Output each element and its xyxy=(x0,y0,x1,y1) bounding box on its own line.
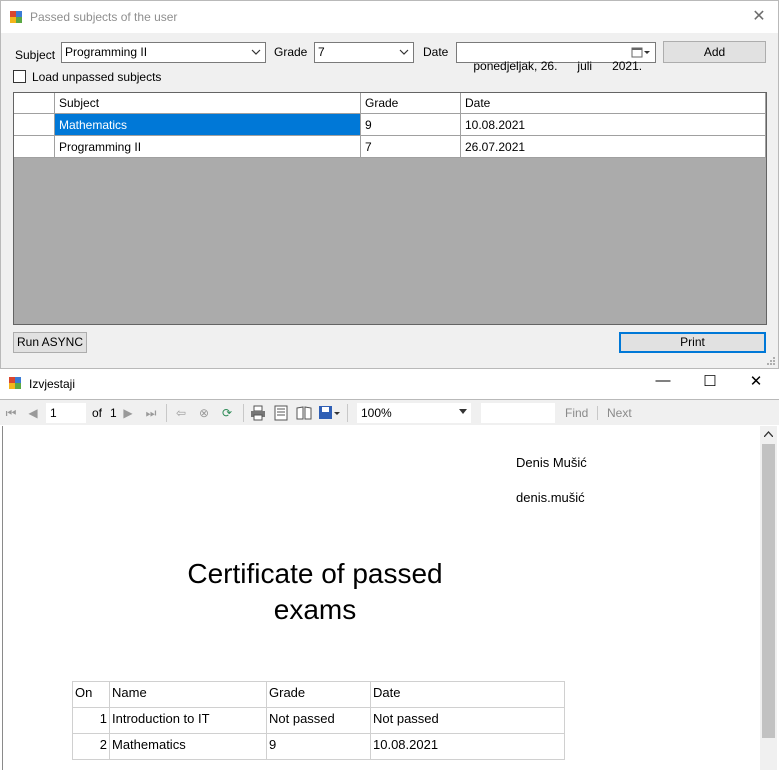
previous-page-icon[interactable]: ◀ xyxy=(26,406,40,420)
cell-date: Not passed xyxy=(370,707,565,734)
print-layout-icon[interactable] xyxy=(273,405,289,421)
subject-value: Programming II xyxy=(65,45,148,59)
column-header-grade[interactable]: Grade xyxy=(361,93,461,114)
chevron-down-icon xyxy=(459,409,467,414)
last-page-icon[interactable]: ⏭ xyxy=(144,406,158,420)
total-pages: 1 xyxy=(110,406,117,420)
of-label: of xyxy=(92,406,103,420)
report-table-header: On Name Grade Date xyxy=(72,681,565,708)
calendar-icon xyxy=(631,47,650,58)
load-unpassed-label: Load unpassed subjects xyxy=(32,70,162,84)
cell-name: Introduction to IT xyxy=(109,707,267,734)
minimize-icon[interactable]: — xyxy=(648,372,678,394)
date-value: ponedjeljak, 26. juli 2021. xyxy=(473,59,643,73)
table-row: 2 Mathematics 9 10.08.2021 xyxy=(72,733,565,760)
report-table: On Name Grade Date 1 Introduction to IT … xyxy=(72,681,565,760)
cell-grade[interactable]: 7 xyxy=(361,136,461,158)
report-toolbar: ⏮ ◀ 1 of 1 ▶ ⏭ ⇦ ⊗ ⟳ 100% Find Next xyxy=(0,399,779,425)
passed-subjects-window: Passed subjects of the user ✕ Subject Pr… xyxy=(0,0,779,369)
report-username: denis.mušić xyxy=(516,490,585,505)
title-bar: Passed subjects of the user ✕ xyxy=(1,1,778,33)
back-icon[interactable]: ⇦ xyxy=(174,406,188,420)
cell-name: Mathematics xyxy=(109,733,267,760)
close-icon[interactable]: ✕ xyxy=(741,372,771,394)
column-header-grade: Grade xyxy=(266,681,371,708)
run-async-button[interactable]: Run ASYNC xyxy=(13,332,87,353)
app-icon xyxy=(10,11,22,23)
page-number-input[interactable]: 1 xyxy=(46,403,86,423)
resize-grip-icon[interactable] xyxy=(766,356,776,366)
zoom-select[interactable]: 100% xyxy=(357,403,471,423)
find-link[interactable]: Find xyxy=(565,406,588,420)
maximize-icon[interactable]: ☐ xyxy=(695,372,725,394)
cell-grade[interactable]: 9 xyxy=(361,114,461,136)
first-page-icon[interactable]: ⏮ xyxy=(4,406,18,420)
load-unpassed-checkbox[interactable] xyxy=(13,70,26,83)
column-header-name: Name xyxy=(109,681,267,708)
table-row[interactable]: Mathematics 9 10.08.2021 xyxy=(14,114,766,136)
subject-label: Subject xyxy=(15,48,56,62)
chevron-down-icon xyxy=(251,49,261,55)
chevron-down-icon xyxy=(399,49,409,55)
date-picker[interactable]: ponedjeljak, 26. juli 2021. xyxy=(456,42,656,73)
grid-header-row: Subject Grade Date xyxy=(14,93,766,115)
close-icon[interactable]: ✕ xyxy=(748,6,770,28)
export-icon[interactable] xyxy=(318,405,340,421)
window-title: Izvjestaji xyxy=(29,377,76,391)
column-header-on: On xyxy=(72,681,110,708)
cell-date: 10.08.2021 xyxy=(370,733,565,760)
cell-date[interactable]: 10.08.2021 xyxy=(461,114,766,136)
row-header[interactable] xyxy=(14,136,55,158)
window-title: Passed subjects of the user xyxy=(30,10,178,24)
report-title-line1: Certificate of passed xyxy=(187,558,443,589)
table-row: 1 Introduction to IT Not passed Not pass… xyxy=(72,707,565,734)
next-page-icon[interactable]: ▶ xyxy=(121,406,135,420)
page-setup-icon[interactable] xyxy=(296,405,312,421)
grade-combobox[interactable]: 7 xyxy=(314,42,414,63)
report-title-line2: exams xyxy=(273,594,357,625)
cell-subject[interactable]: Programming II xyxy=(55,136,361,158)
cell-grade: 9 xyxy=(266,733,371,760)
report-title: Certificate of passed exams xyxy=(140,556,490,628)
add-button[interactable]: Add xyxy=(663,41,766,63)
grade-value: 7 xyxy=(318,45,325,59)
refresh-icon[interactable]: ⟳ xyxy=(220,406,234,420)
column-header-date: Date xyxy=(370,681,565,708)
print-button[interactable]: Print xyxy=(619,332,766,353)
row-header[interactable] xyxy=(14,114,55,136)
cell-date[interactable]: 26.07.2021 xyxy=(461,136,766,158)
row-header-corner xyxy=(14,93,55,114)
stop-icon[interactable]: ⊗ xyxy=(197,406,211,420)
cell-grade: Not passed xyxy=(266,707,371,734)
reports-window: Izvjestaji — ☐ ✕ ⏮ ◀ 1 of 1 ▶ ⏭ ⇦ ⊗ ⟳ 10… xyxy=(0,369,779,770)
subject-combobox[interactable]: Programming II xyxy=(61,42,266,63)
scroll-thumb[interactable] xyxy=(762,444,775,738)
report-user-name: Denis Mušić xyxy=(516,455,587,470)
passed-subjects-grid[interactable]: Subject Grade Date Mathematics 9 10.08.2… xyxy=(13,92,767,325)
vertical-scrollbar[interactable] xyxy=(760,426,777,770)
app-icon xyxy=(9,377,21,389)
scroll-up-icon[interactable] xyxy=(764,431,773,437)
cell-on: 2 xyxy=(72,733,110,760)
grade-label: Grade xyxy=(274,45,308,59)
print-icon[interactable] xyxy=(250,405,266,421)
date-label: Date xyxy=(423,45,449,59)
column-header-subject[interactable]: Subject xyxy=(55,93,361,114)
cell-subject[interactable]: Mathematics xyxy=(55,114,361,136)
column-header-date[interactable]: Date xyxy=(461,93,766,114)
next-link[interactable]: Next xyxy=(607,406,632,420)
find-input[interactable] xyxy=(481,403,555,423)
cell-on: 1 xyxy=(72,707,110,734)
zoom-value: 100% xyxy=(361,406,392,420)
table-row[interactable]: Programming II 7 26.07.2021 xyxy=(14,136,766,158)
